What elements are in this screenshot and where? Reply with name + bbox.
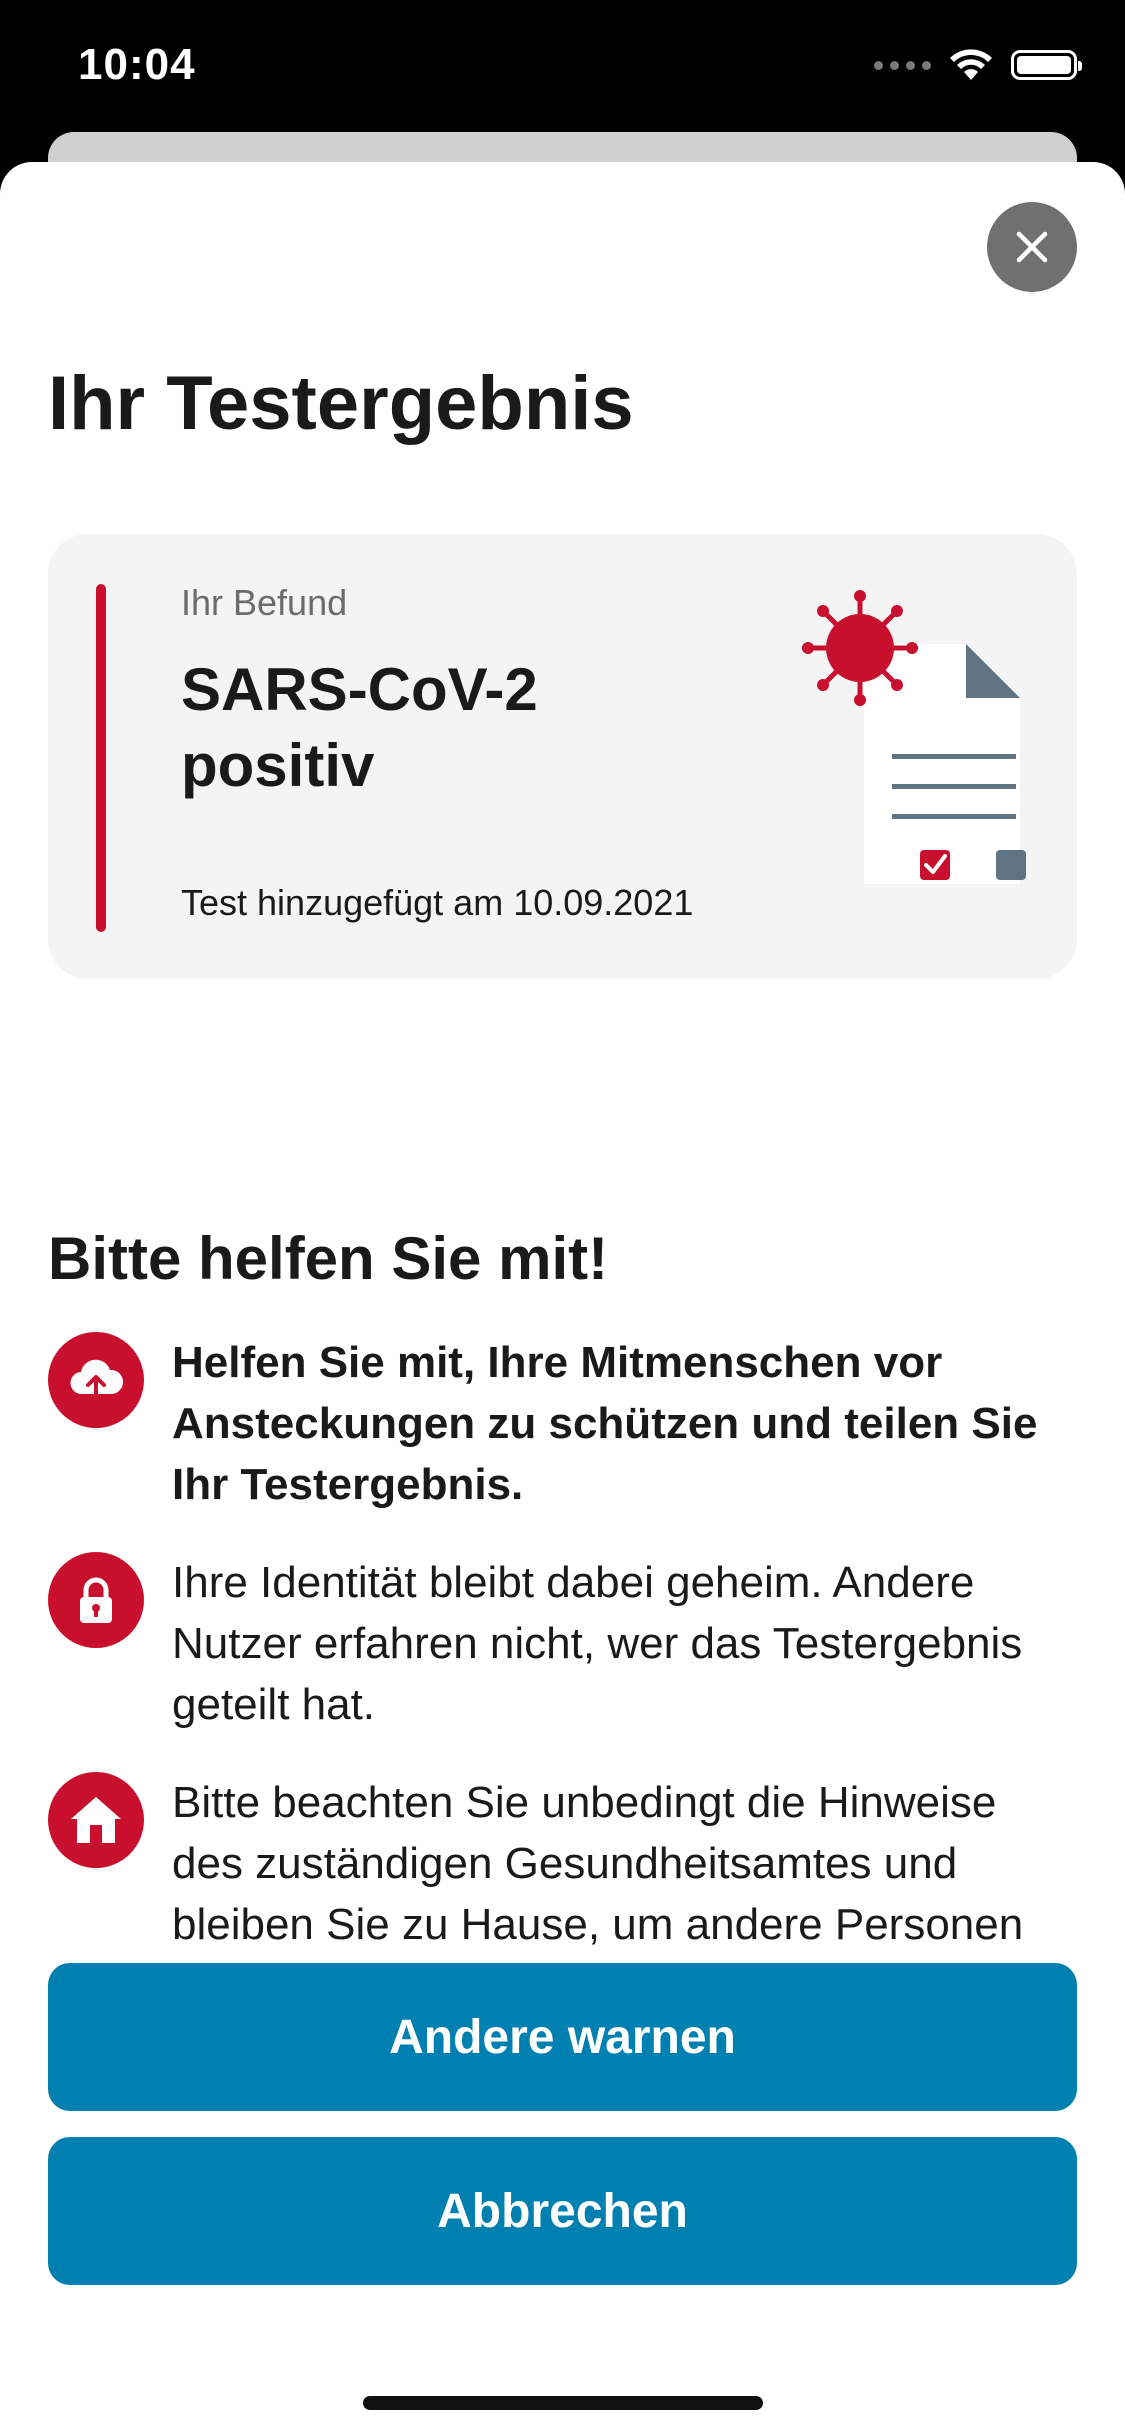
lock-icon: [48, 1552, 144, 1648]
page-title: Ihr Testergebnis: [48, 361, 634, 446]
screen: 10:04 Ihr Testergebnis Ihr Befund SARS-C…: [0, 0, 1125, 2436]
status-icons: [874, 48, 1082, 82]
status-bar: 10:04: [0, 0, 1125, 140]
result-accent-bar: [96, 584, 106, 932]
wifi-icon: [950, 49, 992, 80]
result-sheet: Ihr Testergebnis Ihr Befund SARS-CoV-2 p…: [0, 162, 1125, 2436]
result-card: Ihr Befund SARS-CoV-2 positiv Test hinzu…: [48, 534, 1077, 979]
home-icon: [48, 1772, 144, 1868]
test-document-virus-icon: [802, 590, 1026, 884]
cloud-upload-icon: [48, 1332, 144, 1428]
status-time: 10:04: [78, 40, 196, 89]
info-text-share: Helfen Sie mit, Ihre Mitmenschen vor Ans…: [172, 1338, 1038, 1509]
cellular-signal-icon: [874, 60, 931, 70]
result-value: SARS-CoV-2 positiv: [181, 656, 538, 799]
close-icon: [1016, 231, 1048, 263]
result-label: Ihr Befund: [181, 582, 348, 623]
help-section-title: Bitte helfen Sie mit!: [48, 1225, 609, 1292]
home-indicator[interactable]: [363, 2396, 763, 2410]
info-text-identity: Ihre Identität bleibt dabei geheim. Ande…: [172, 1558, 1023, 1729]
close-button[interactable]: [987, 202, 1077, 292]
warn-others-button[interactable]: Andere warnen: [48, 1963, 1077, 2111]
cancel-button[interactable]: Abbrechen: [48, 2137, 1077, 2285]
battery-icon: [1011, 50, 1082, 80]
result-date: Test hinzugefügt am 10.09.2021: [181, 882, 694, 923]
